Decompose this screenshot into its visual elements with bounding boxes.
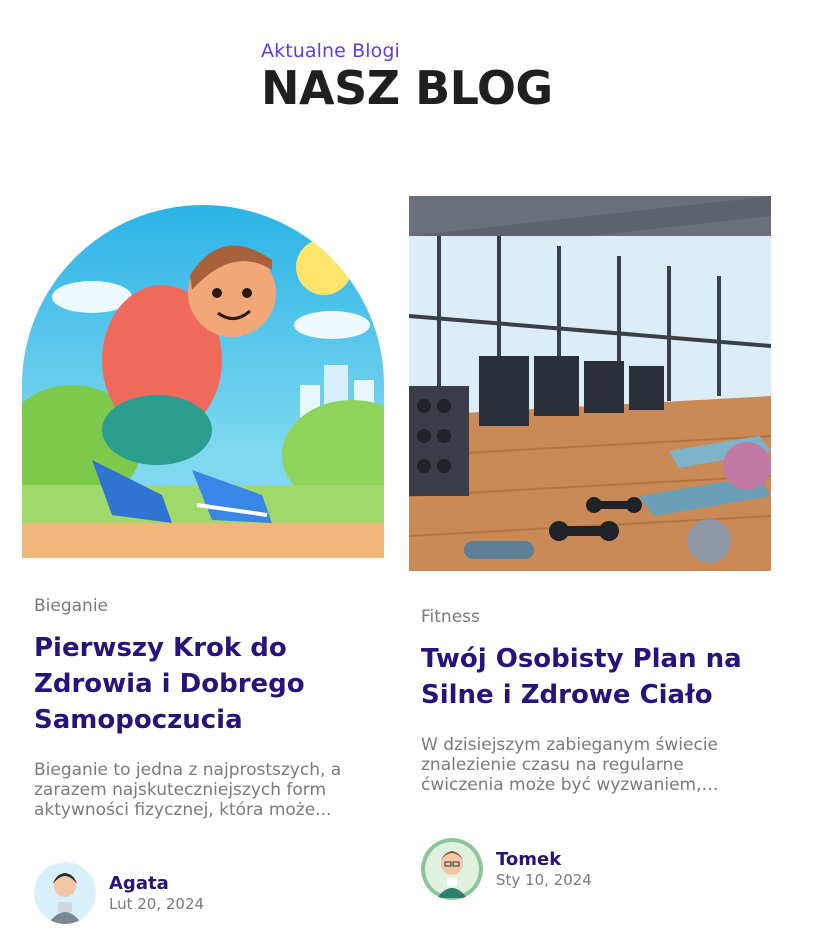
blog-card[interactable]: Bieganie Pierwszy Krok do Zdrowia i Dobr… [22,205,384,924]
author-name[interactable]: Agata [109,873,204,895]
post-excerpt: W dzisiejszym zabieganym świecie znalezi… [421,735,719,795]
post-title[interactable]: Pierwszy Krok do Zdrowia i Dobrego Samop… [34,630,364,738]
post-category[interactable]: Fitness [421,607,771,627]
post-category[interactable]: Bieganie [34,596,384,616]
gym-interior-illustration[interactable] [409,196,771,571]
avatar [34,862,96,924]
author-name[interactable]: Tomek [496,849,592,871]
page-title: NASZ BLOG [261,61,553,115]
post-excerpt: Bieganie to jedna z najprostszych, a zar… [34,760,342,820]
runner-tying-shoe-illustration[interactable] [22,205,384,558]
post-author: Tomek Sty 10, 2024 [421,838,592,900]
post-title[interactable]: Twój Osobisty Plan na Silne i Zdrowe Cia… [421,641,751,713]
post-date: Lut 20, 2024 [109,895,205,913]
blog-card[interactable]: Fitness Twój Osobisty Plan na Silne i Zd… [409,196,771,900]
section-eyebrow: Aktualne Blogi [261,40,400,62]
blog-section: Aktualne Blogi NASZ BLOG Bieganie Pierws… [0,0,818,937]
post-author: Agata Lut 20, 2024 [34,862,204,924]
post-date: Sty 10, 2024 [496,871,592,889]
avatar [421,838,483,900]
